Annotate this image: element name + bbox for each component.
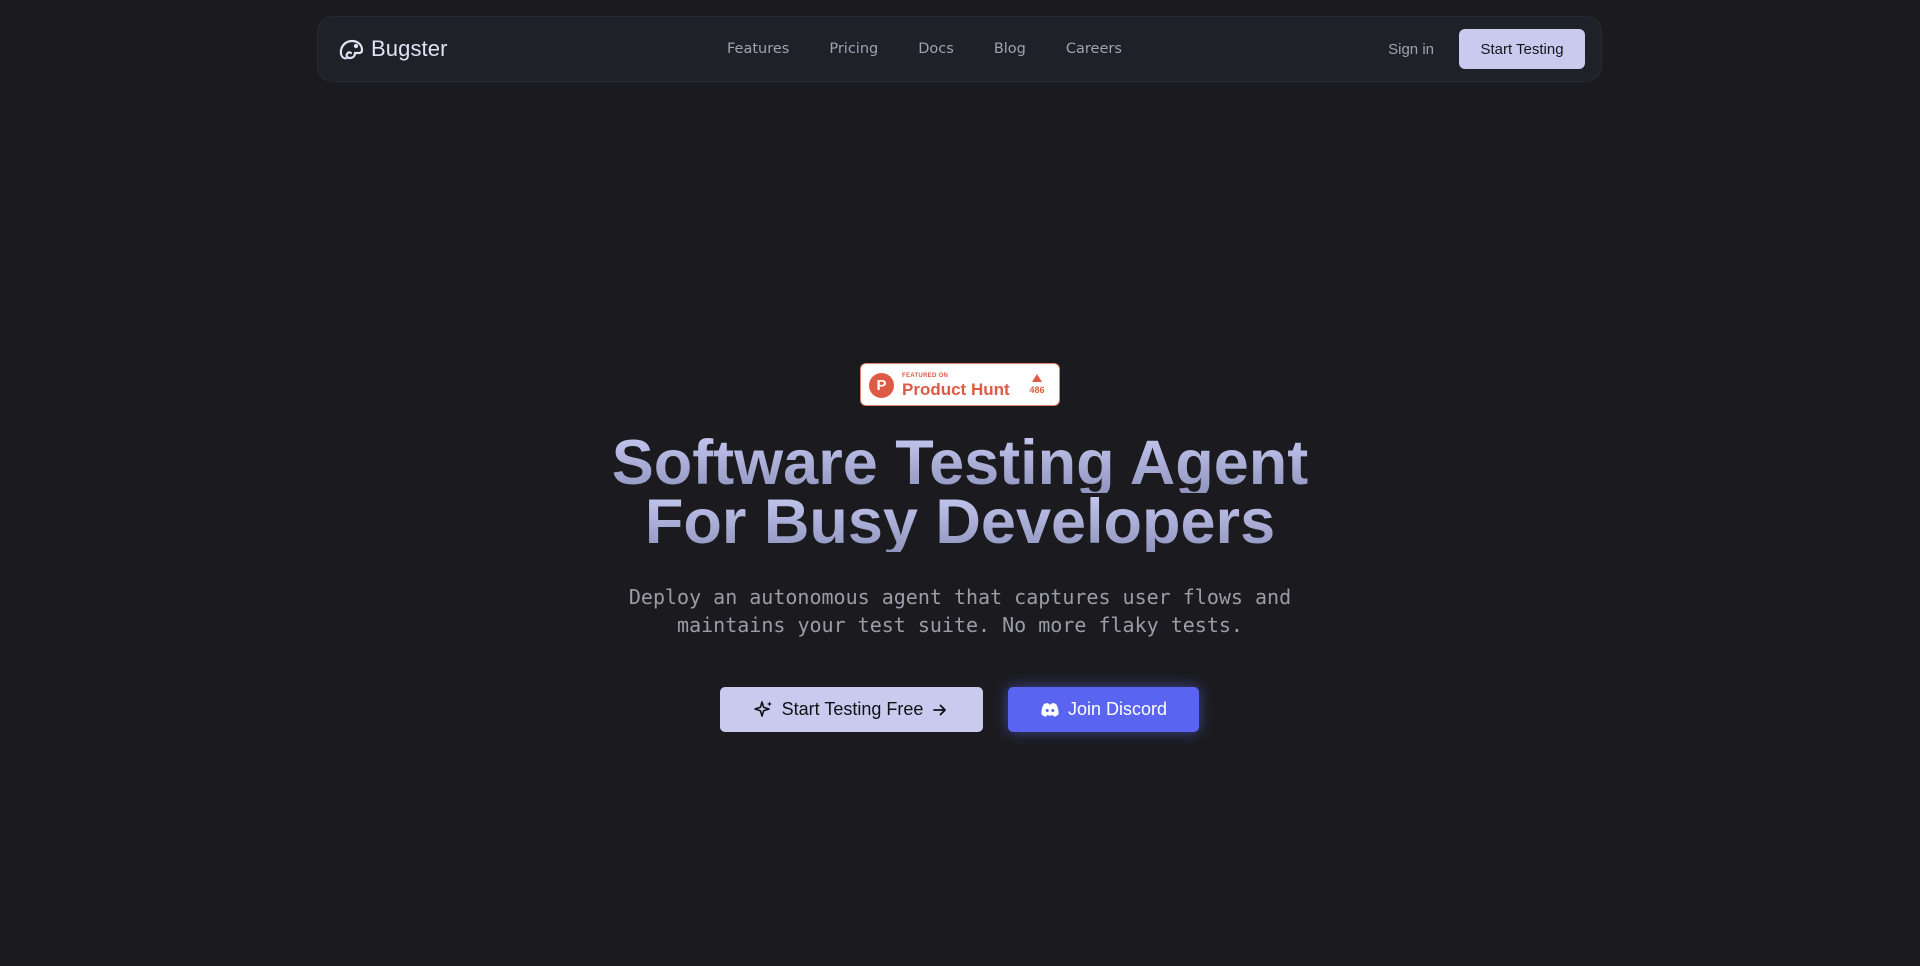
product-hunt-logo-icon: P bbox=[869, 373, 894, 398]
arrow-right-icon bbox=[931, 701, 949, 719]
nav-link-docs[interactable]: Docs bbox=[918, 41, 954, 57]
chameleon-logo-icon bbox=[338, 37, 364, 61]
product-hunt-text: FEATURED ON Product Hunt bbox=[902, 373, 1010, 399]
discord-icon bbox=[1040, 702, 1060, 718]
hero-subtitle-line-1: Deploy an autonomous agent that captures… bbox=[628, 585, 1292, 609]
hero-title-line-2: For Busy Developers bbox=[0, 491, 1920, 554]
hero-title: Software Testing Agent For Busy Develope… bbox=[0, 432, 1920, 554]
upvote-count: 486 bbox=[1027, 372, 1047, 395]
nav-link-careers[interactable]: Careers bbox=[1066, 41, 1122, 57]
sparkles-icon bbox=[753, 700, 774, 720]
sign-in-link[interactable]: Sign in bbox=[1388, 41, 1434, 58]
nav-link-pricing[interactable]: Pricing bbox=[829, 41, 878, 57]
start-testing-free-button[interactable]: Start Testing Free bbox=[720, 687, 983, 732]
product-hunt-badge[interactable]: P FEATURED ON Product Hunt 486 bbox=[860, 363, 1060, 406]
join-discord-label: Join Discord bbox=[1067, 699, 1168, 719]
upvote-triangle-icon bbox=[1032, 374, 1042, 382]
nav-link-blog[interactable]: Blog bbox=[994, 41, 1026, 57]
product-hunt-logo-letter: P bbox=[876, 377, 887, 394]
vote-count: 486 bbox=[1029, 385, 1045, 395]
start-testing-button[interactable]: Start Testing bbox=[1459, 29, 1585, 69]
hero-title-line-1: Software Testing Agent bbox=[0, 432, 1920, 495]
product-hunt-name: Product Hunt bbox=[902, 380, 1010, 399]
join-discord-button[interactable]: Join Discord bbox=[1008, 687, 1199, 732]
hero-subtitle: Deploy an autonomous agent that captures… bbox=[0, 583, 1920, 639]
nav-links: Features Pricing Docs Blog Careers bbox=[727, 17, 1162, 81]
start-testing-free-label: Start Testing Free bbox=[781, 699, 924, 719]
top-navbar: Bugster Features Pricing Docs Blog Caree… bbox=[317, 16, 1602, 82]
nav-actions: Sign in Start Testing bbox=[1388, 17, 1585, 81]
brand-logo-link[interactable]: Bugster bbox=[338, 17, 448, 81]
brand-name: Bugster bbox=[371, 36, 448, 61]
nav-link-features[interactable]: Features bbox=[727, 41, 789, 57]
featured-on-label: FEATURED ON bbox=[902, 373, 949, 379]
hero-subtitle-line-2: maintains your test suite. No more flaky… bbox=[677, 613, 1243, 637]
